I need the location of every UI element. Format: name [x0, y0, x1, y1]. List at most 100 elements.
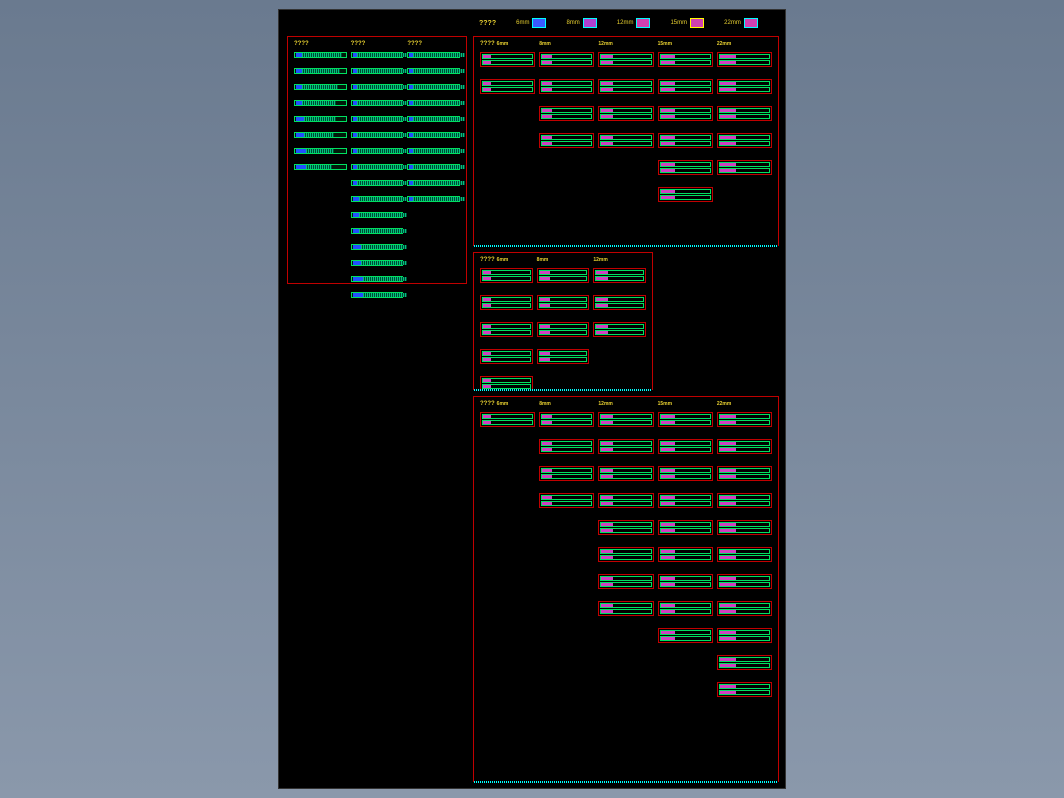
block-item	[598, 412, 653, 427]
column-header: ????6mm	[480, 257, 533, 263]
legend: ???? 6mm 8mm 12mm 15mm 22mm	[479, 18, 775, 28]
column: 8mm	[539, 41, 594, 211]
column-header: ????	[351, 41, 404, 47]
bar-item	[351, 68, 404, 74]
block-item	[658, 466, 713, 481]
bar-item	[351, 52, 404, 58]
block-item	[717, 628, 772, 643]
block-item	[539, 493, 594, 508]
bar-item	[407, 148, 460, 154]
bar-item	[351, 180, 404, 186]
swatch-icon	[583, 18, 597, 28]
block-item	[658, 412, 713, 427]
block-item	[537, 295, 590, 310]
swatch-icon	[636, 18, 650, 28]
block-item	[717, 412, 772, 427]
bar-item	[407, 180, 460, 186]
column: 15mm	[658, 41, 713, 211]
column-header: 8mm	[539, 401, 594, 407]
block-item	[598, 601, 653, 616]
legend-item-6mm: 6mm	[516, 18, 546, 28]
block-item	[717, 79, 772, 94]
block-item	[598, 133, 653, 148]
column: 12mm	[598, 401, 653, 706]
block-item	[658, 493, 713, 508]
bar-item	[294, 132, 347, 138]
bar-item	[351, 228, 404, 234]
block-item	[658, 187, 713, 202]
block-item	[593, 295, 646, 310]
block-item	[480, 322, 533, 337]
block-item	[717, 160, 772, 175]
block-item	[717, 106, 772, 121]
block-item	[598, 547, 653, 562]
bar-item	[351, 244, 404, 250]
column: ????6mm	[480, 257, 533, 400]
swatch-icon	[532, 18, 546, 28]
swatch-icon	[744, 18, 758, 28]
bar-item	[351, 148, 404, 154]
legend-item-15mm: 15mm	[670, 18, 704, 28]
block-item	[717, 466, 772, 481]
column-header: 22mm	[717, 401, 772, 407]
bar-item	[351, 164, 404, 170]
block-item	[539, 439, 594, 454]
column-header: 12mm	[598, 401, 653, 407]
column-header: 12mm	[593, 257, 646, 263]
block-item	[539, 106, 594, 121]
block-item	[658, 160, 713, 175]
panel-b: ????6mm8mm12mm15mm22mm	[473, 36, 779, 246]
block-item	[717, 52, 772, 67]
bar-item	[351, 276, 404, 282]
column: ????	[407, 41, 460, 305]
block-item	[480, 268, 533, 283]
block-item	[598, 466, 653, 481]
block-item	[598, 439, 653, 454]
bar-item	[407, 164, 460, 170]
block-item	[658, 628, 713, 643]
column-header: 22mm	[717, 41, 772, 47]
block-item	[598, 79, 653, 94]
column-header: ????6mm	[480, 401, 535, 407]
bar-item	[407, 196, 460, 202]
block-item	[598, 574, 653, 589]
bar-item	[407, 68, 460, 74]
block-item	[537, 268, 590, 283]
block-item	[598, 52, 653, 67]
block-item	[658, 520, 713, 535]
column-header: 12mm	[598, 41, 653, 47]
block-item	[480, 79, 535, 94]
block-item	[717, 547, 772, 562]
block-item	[658, 52, 713, 67]
column: ????	[351, 41, 404, 305]
bar-item	[351, 292, 404, 298]
block-item	[598, 520, 653, 535]
column: 12mm	[598, 41, 653, 211]
bar-item	[294, 116, 347, 122]
block-item	[658, 79, 713, 94]
bar-item	[407, 116, 460, 122]
bar-item	[294, 52, 347, 58]
column-header: 8mm	[539, 41, 594, 47]
block-item	[658, 133, 713, 148]
bar-item	[294, 100, 347, 106]
legend-item-22mm: 22mm	[724, 18, 758, 28]
column: ????6mm	[480, 401, 535, 706]
block-item	[717, 439, 772, 454]
block-item	[717, 520, 772, 535]
bar-item	[351, 84, 404, 90]
legend-item-12mm: 12mm	[617, 18, 651, 28]
column: 22mm	[717, 41, 772, 211]
column: 8mm	[539, 401, 594, 706]
block-item	[717, 601, 772, 616]
column: 12mm	[593, 257, 646, 400]
block-item	[717, 493, 772, 508]
panel-c: ????6mm 8mm12mm	[473, 252, 653, 390]
block-item	[480, 349, 533, 364]
block-item	[598, 106, 653, 121]
panel-a: ????????????	[287, 36, 467, 284]
column-header: 8mm	[537, 257, 590, 263]
bar-item	[407, 52, 460, 58]
cad-canvas: ???? 6mm 8mm 12mm 15mm 22mm ????????????…	[278, 9, 786, 789]
block-item	[539, 412, 594, 427]
